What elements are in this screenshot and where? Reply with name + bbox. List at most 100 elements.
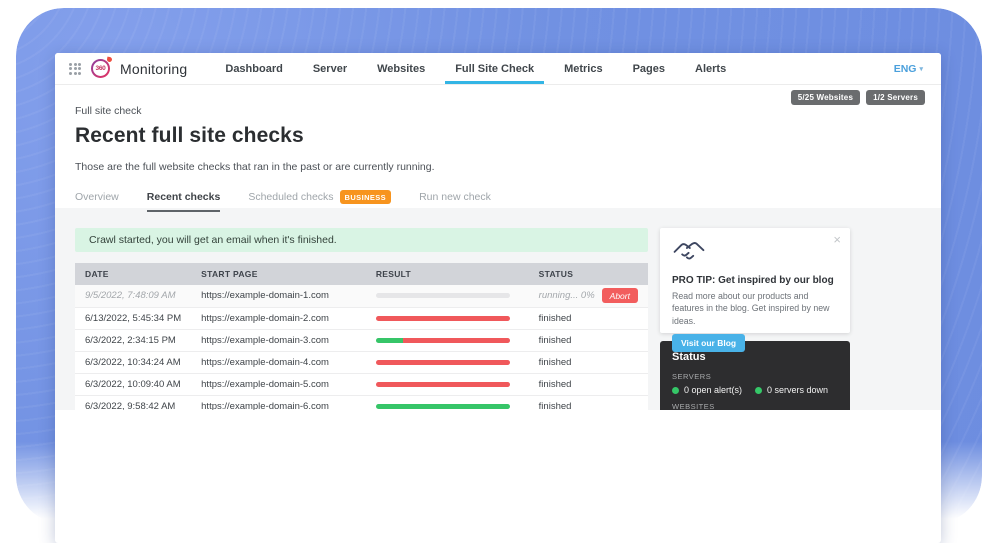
visit-blog-button[interactable]: Visit our Blog <box>672 334 745 352</box>
check-date: 9/5/2022, 7:48:09 AM <box>75 285 191 307</box>
column-header: RESULT <box>366 263 529 285</box>
status-item-text: 0 open alert(s) <box>684 385 742 395</box>
success-banner: Crawl started, you will get an email whe… <box>75 228 648 252</box>
status-section-label: SERVERS <box>672 372 838 381</box>
check-url: https://example-domain-4.com <box>191 351 366 373</box>
status-sections: SERVERS 0 open alert(s) 0 servers down W… <box>672 372 838 410</box>
status-section-label: WEBSITES <box>672 402 838 410</box>
chevron-down-icon: ▾ <box>919 65 923 73</box>
nav-item[interactable]: Websites <box>367 53 435 84</box>
main-content: Crawl started, you will get an email whe… <box>55 208 941 410</box>
check-url: https://example-domain-1.com <box>191 285 366 307</box>
tab[interactable]: Scheduled checks BUSINESS <box>248 190 391 213</box>
table-row[interactable]: 6/3/2022, 9:58:42 AM https://example-dom… <box>75 395 648 410</box>
handshake-icon <box>672 239 706 263</box>
table-row[interactable]: 6/3/2022, 10:09:40 AM https://example-do… <box>75 373 648 395</box>
close-icon[interactable]: × <box>833 233 841 246</box>
green-dot-icon <box>755 387 762 394</box>
status-text: finished <box>539 379 572 390</box>
green-progress-segment <box>376 404 510 409</box>
logo-text: 360 <box>93 61 108 76</box>
tab[interactable]: Overview <box>75 191 119 212</box>
side-column: × PRO TIP: Get inspired by our blog Read… <box>660 228 850 410</box>
main-nav: Dashboard Server Websites Full Site Check Me… <box>215 53 736 84</box>
tab-label: Recent checks <box>147 191 221 203</box>
table-row[interactable]: 6/3/2022, 10:34:24 AM https://example-do… <box>75 351 648 373</box>
nav-item[interactable]: Pages <box>623 53 675 84</box>
red-progress-segment <box>376 360 510 365</box>
nav-item[interactable]: Dashboard <box>215 53 292 84</box>
abort-button[interactable]: Abort <box>602 288 638 303</box>
column-header: DATE <box>75 263 191 285</box>
top-navbar: 360 Monitoring Dashboard Server Websites Fu… <box>55 53 941 85</box>
nav-item[interactable]: Metrics <box>554 53 613 84</box>
status-text: finished <box>539 357 572 368</box>
check-date: 6/3/2022, 10:09:40 AM <box>75 373 191 395</box>
business-badge: BUSINESS <box>340 190 392 204</box>
result-progress-bar <box>376 338 510 343</box>
protip-card: × PRO TIP: Get inspired by our blog Read… <box>660 228 850 333</box>
brand[interactable]: 360 Monitoring <box>69 53 187 84</box>
checks-table: DATESTART PAGERESULTSTATUS 9/5/2022, 7:4… <box>75 263 648 410</box>
status-section: WEBSITES 0 open alert(s) 0 websites down <box>672 402 838 410</box>
tab-bar: Overview Recent checks Scheduled checks … <box>75 190 921 213</box>
tab-label: Run new check <box>419 191 491 203</box>
status-item: 0 servers down <box>755 385 838 395</box>
check-url: https://example-domain-5.com <box>191 373 366 395</box>
status-text: running... 0% <box>539 290 595 301</box>
table-row[interactable]: 6/13/2022, 5:45:34 PM https://example-do… <box>75 307 648 329</box>
quota-badge: 5/25 Websites <box>791 90 860 105</box>
status-panel-title: Status <box>672 351 838 363</box>
table-row[interactable]: 6/3/2022, 2:34:15 PM https://example-dom… <box>75 329 648 351</box>
tab[interactable]: Recent checks <box>147 191 221 212</box>
quota-badge: 1/2 Servers <box>866 90 925 105</box>
status-text: finished <box>539 335 572 346</box>
tab-label: Overview <box>75 191 119 203</box>
red-progress-segment <box>376 382 510 387</box>
result-progress-bar <box>376 404 510 409</box>
table-body: 9/5/2022, 7:48:09 AM https://example-dom… <box>75 285 648 410</box>
check-url: https://example-domain-2.com <box>191 307 366 329</box>
nav-item[interactable]: Server <box>303 53 357 84</box>
tab[interactable]: Run new check <box>419 191 491 212</box>
quota-badges: 5/25 Websites 1/2 Servers <box>791 90 925 105</box>
language-selector[interactable]: ENG ▾ <box>894 53 923 84</box>
nav-item[interactable]: Alerts <box>685 53 736 84</box>
column-header: STATUS <box>529 263 648 285</box>
brand-name: Monitoring <box>120 61 187 77</box>
status-items: 0 open alert(s) 0 servers down <box>672 385 838 395</box>
success-banner-text: Crawl started, you will get an email whe… <box>89 234 337 246</box>
check-date: 6/13/2022, 5:45:34 PM <box>75 307 191 329</box>
page-title: Recent full site checks <box>75 124 921 148</box>
result-progress-bar <box>376 382 510 387</box>
protip-body: Read more about our products and feature… <box>672 290 838 327</box>
green-dot-icon <box>672 387 679 394</box>
green-progress-segment <box>376 338 403 343</box>
language-label: ENG <box>894 63 917 75</box>
red-progress-segment <box>403 338 510 343</box>
app-window: 360 Monitoring Dashboard Server Websites Fu… <box>55 53 941 543</box>
nav-item[interactable]: Full Site Check <box>445 53 544 84</box>
status-section: SERVERS 0 open alert(s) 0 servers down <box>672 372 838 395</box>
protip-title: PRO TIP: Get inspired by our blog <box>672 275 838 286</box>
column-header: START PAGE <box>191 263 366 285</box>
table-header-row: DATESTART PAGERESULTSTATUS <box>75 263 648 285</box>
result-progress-bar <box>376 316 510 321</box>
check-date: 6/3/2022, 9:58:42 AM <box>75 395 191 410</box>
app-launcher-icon[interactable] <box>69 63 81 75</box>
logo-flame-icon <box>107 57 113 63</box>
red-progress-segment <box>376 316 510 321</box>
logo-360-icon: 360 <box>91 59 110 78</box>
check-date: 6/3/2022, 10:34:24 AM <box>75 351 191 373</box>
result-progress-bar <box>376 293 510 298</box>
result-progress-bar <box>376 360 510 365</box>
check-date: 6/3/2022, 2:34:15 PM <box>75 329 191 351</box>
status-item: 0 open alert(s) <box>672 385 755 395</box>
status-text: finished <box>539 313 572 324</box>
status-text: finished <box>539 401 572 411</box>
check-url: https://example-domain-3.com <box>191 329 366 351</box>
table-row[interactable]: 9/5/2022, 7:48:09 AM https://example-dom… <box>75 285 648 307</box>
marketing-stage: 360 Monitoring Dashboard Server Websites Fu… <box>0 0 997 543</box>
check-url: https://example-domain-6.com <box>191 395 366 410</box>
page-header: 5/25 Websites1/2 Servers Full site check… <box>55 85 941 208</box>
